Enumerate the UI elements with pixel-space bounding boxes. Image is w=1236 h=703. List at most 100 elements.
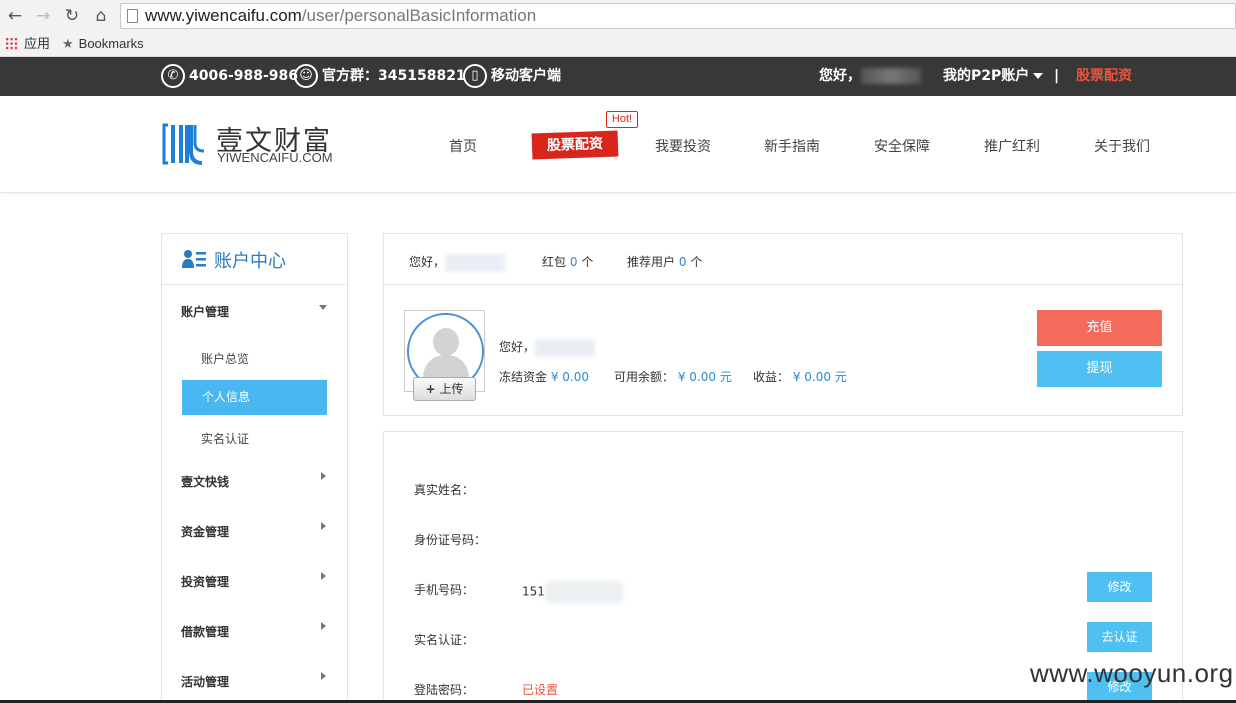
real-name-label: 真实姓名： bbox=[414, 483, 475, 497]
account-menu-label: 我的P2P账户 bbox=[943, 68, 1030, 84]
id-number-label: 身份证号码： bbox=[414, 533, 487, 547]
nav-guide[interactable]: 新手指南 bbox=[764, 136, 820, 156]
hot-badge: Hot! bbox=[606, 111, 638, 128]
qq-icon: ☺ bbox=[294, 64, 318, 88]
qq-group: ☺ 官方群：345158821 bbox=[294, 57, 466, 96]
phone-label: 手机号码： bbox=[414, 583, 475, 597]
sidebar-item-loan-mgmt[interactable]: 借款管理 bbox=[181, 623, 229, 640]
greeting-text: 您好， bbox=[819, 68, 861, 84]
caret-right-icon bbox=[321, 522, 326, 530]
modify-phone-button[interactable]: 修改 bbox=[1087, 572, 1152, 602]
sidebar-item-account-mgmt[interactable]: 账户管理 bbox=[181, 303, 229, 320]
back-icon[interactable]: ← bbox=[3, 4, 27, 28]
upload-avatar-button[interactable]: + 上传 bbox=[413, 377, 476, 401]
referral-unit: 个 bbox=[690, 255, 703, 269]
apps-label: 应用 bbox=[24, 36, 51, 51]
frozen-funds: 冻结资金 ¥ 0.00 bbox=[499, 368, 589, 385]
bookmarks-folder[interactable]: ★ Bookmarks bbox=[62, 32, 144, 56]
sidebar-item-fund-mgmt[interactable]: 资金管理 bbox=[181, 523, 229, 540]
logo-english: YIWENCAIFU.COM bbox=[217, 150, 333, 165]
page-icon bbox=[127, 9, 138, 23]
red-packet-unit: 个 bbox=[581, 255, 594, 269]
account-hello: 您好， bbox=[499, 340, 536, 354]
stock-finance-link[interactable]: 股票配资 bbox=[1076, 57, 1132, 96]
verify-identity-button[interactable]: 去认证 bbox=[1087, 622, 1152, 652]
caret-down-icon bbox=[319, 305, 327, 310]
user-list-icon bbox=[182, 250, 206, 268]
sidebar-item-invest-mgmt[interactable]: 投资管理 bbox=[181, 573, 229, 590]
qq-group-text: 官方群：345158821 bbox=[322, 68, 466, 84]
balance-label: 可用余额： bbox=[614, 370, 675, 384]
referral-info[interactable]: 推荐用户 0 个 bbox=[627, 253, 702, 270]
phone-prefix: 151 bbox=[522, 584, 545, 599]
caret-right-icon bbox=[321, 672, 326, 680]
caret-right-icon bbox=[321, 622, 326, 630]
account-summary-panel: + 上传 您好， 冻结资金 ¥ 0.00 可用余额： ¥ 0.00 元 收益： … bbox=[383, 284, 1183, 416]
caret-right-icon bbox=[321, 472, 326, 480]
red-packet-info[interactable]: 红包 0 个 bbox=[542, 253, 593, 270]
sidebar-item-quick-money[interactable]: 壹文快钱 bbox=[181, 473, 229, 490]
phone-value: 151 bbox=[522, 581, 623, 603]
hotline: ✆ 4006-988-986 bbox=[161, 57, 298, 96]
sidebar-item-personal-info[interactable]: 个人信息 bbox=[182, 380, 327, 415]
income: 收益： ¥ 0.00 元 bbox=[753, 368, 847, 385]
caret-down-icon bbox=[1033, 73, 1044, 79]
watermark: www.wooyun.org bbox=[1030, 658, 1234, 688]
username-redacted bbox=[535, 338, 596, 357]
nav-home[interactable]: 首页 bbox=[449, 136, 477, 156]
mobile-icon: ▯ bbox=[463, 64, 487, 88]
logo-mark-icon bbox=[162, 123, 205, 165]
nav-about[interactable]: 关于我们 bbox=[1094, 136, 1150, 156]
balance-value: ¥ 0.00 元 bbox=[677, 370, 732, 384]
nav-promotion[interactable]: 推广红利 bbox=[984, 136, 1040, 156]
account-greeting: 您好， bbox=[499, 338, 596, 357]
forward-icon[interactable]: → bbox=[31, 4, 55, 28]
apps-bookmark[interactable]: 应用 bbox=[5, 32, 50, 56]
available-balance: 可用余额： ¥ 0.00 元 bbox=[614, 368, 732, 385]
greeting-panel: 您好， 红包 0 个 推荐用户 0 个 bbox=[383, 233, 1183, 285]
nav-invest[interactable]: 我要投资 bbox=[655, 136, 711, 156]
site-topbar: ✆ 4006-988-986 ☺ 官方群：345158821 ▯ 移动客户端 您好， … bbox=[0, 57, 1236, 96]
sidebar-item-real-name[interactable]: 实名认证 bbox=[201, 430, 249, 447]
url-path: /user/personalBasicInformation bbox=[301, 6, 537, 25]
referral-label: 推荐用户 bbox=[627, 255, 676, 269]
sidebar-header: 账户中心 bbox=[162, 234, 347, 285]
user-greeting: 您好， bbox=[819, 57, 921, 96]
upload-label: 上传 bbox=[439, 382, 464, 396]
login-password-label: 登陆密码： bbox=[414, 683, 475, 697]
greeting: 您好， bbox=[409, 253, 506, 272]
username-redacted bbox=[445, 253, 506, 272]
sidebar-title: 账户中心 bbox=[214, 251, 286, 272]
star-icon: ★ bbox=[62, 36, 74, 51]
topbar-separator: | bbox=[1054, 68, 1060, 84]
frozen-value: ¥ 0.00 bbox=[550, 370, 590, 384]
withdraw-button[interactable]: 提现 bbox=[1037, 351, 1162, 387]
greeting-hello: 您好， bbox=[409, 255, 446, 269]
reload-icon[interactable]: ↻ bbox=[60, 4, 84, 28]
real-name-verify-label: 实名认证： bbox=[414, 633, 475, 647]
sidebar-item-activity-mgmt[interactable]: 活动管理 bbox=[181, 673, 229, 690]
nav-security[interactable]: 安全保障 bbox=[874, 136, 930, 156]
mobile-client-label: 移动客户端 bbox=[491, 68, 561, 84]
browser-toolbar: ← → ↻ ⌂ www.yiwencaifu.com/user/personal… bbox=[0, 0, 1236, 32]
my-account-menu[interactable]: 我的P2P账户 bbox=[943, 57, 1044, 96]
referral-count: 0 bbox=[678, 255, 687, 269]
phone-icon: ✆ bbox=[161, 64, 185, 88]
recharge-button[interactable]: 充值 bbox=[1037, 310, 1162, 346]
mobile-client-link[interactable]: ▯ 移动客户端 bbox=[463, 57, 561, 96]
hotline-number: 4006-988-986 bbox=[189, 68, 299, 84]
income-value: ¥ 0.00 元 bbox=[792, 370, 847, 384]
red-packet-count: 0 bbox=[569, 255, 578, 269]
red-packet-label: 红包 bbox=[542, 255, 567, 269]
caret-right-icon bbox=[321, 572, 326, 580]
bookmarks-bar: 应用 ★ Bookmarks bbox=[0, 32, 1236, 57]
sidebar-item-overview[interactable]: 账户总览 bbox=[201, 350, 249, 367]
username-redacted bbox=[861, 68, 921, 84]
nav-stock-finance[interactable]: 股票配资 bbox=[531, 130, 619, 160]
home-icon[interactable]: ⌂ bbox=[89, 4, 113, 28]
frozen-label: 冻结资金 bbox=[499, 370, 548, 384]
apps-grid-icon bbox=[5, 37, 18, 50]
url-host: www.yiwencaifu.com bbox=[145, 6, 302, 25]
password-status: 已设置 bbox=[522, 683, 559, 697]
address-bar[interactable]: www.yiwencaifu.com/user/personalBasicInf… bbox=[120, 3, 1236, 29]
